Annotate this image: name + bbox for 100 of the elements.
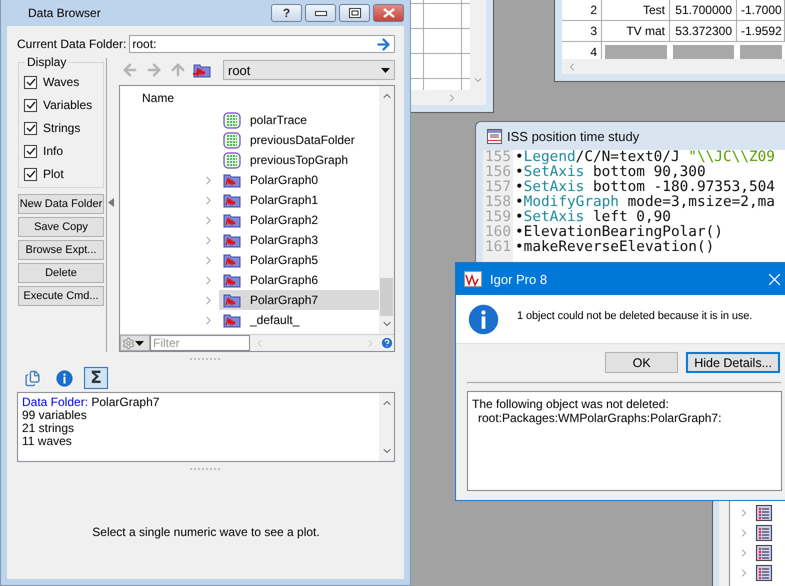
table-cell: 51.700000: [670, 0, 737, 20]
checkbox-label: Variables: [43, 98, 92, 112]
dialog-button[interactable]: OK: [605, 352, 678, 373]
code-line: •ElevationBearingPolar(): [515, 225, 724, 240]
row-number: 2: [562, 0, 602, 20]
checkbox-label: Strings: [43, 121, 80, 135]
line-number: 156: [485, 165, 511, 180]
checkbox[interactable]: [24, 98, 37, 112]
code-line: •SetAxis bottom 90,300: [515, 165, 707, 180]
checkbox[interactable]: [24, 168, 37, 180]
maximize-button[interactable]: [339, 4, 370, 22]
dialog-button[interactable]: Hide Details...: [686, 352, 780, 373]
table-cell: TV mat: [602, 21, 670, 41]
app-graph-icon: [464, 271, 482, 287]
checkbox-label: Plot: [43, 167, 64, 181]
list-item[interactable]: _default_: [219, 310, 379, 330]
code-line: •SetAxis left 0,90: [515, 210, 672, 225]
close-icon: [382, 8, 394, 18]
filter-field[interactable]: Filter: [150, 335, 250, 351]
list-document-icon: [756, 545, 772, 561]
dialog-title: Igor Pro 8: [490, 272, 548, 286]
list-item[interactable]: previousDataFolder: [219, 130, 379, 150]
group-title: Display: [25, 55, 68, 69]
table-cell: Test: [602, 0, 670, 20]
line-number: 155: [485, 150, 511, 165]
info-line: Data Folder: PolarGraph7: [22, 396, 160, 409]
blank-cell: [740, 45, 782, 59]
notepad-icon: [487, 128, 502, 144]
folder-graph-arrow-icon[interactable]: [193, 62, 211, 78]
scrollbar[interactable]: [379, 393, 394, 461]
code-line: •makeReverseElevation(): [515, 240, 714, 255]
list-item[interactable]: PolarGraph3: [219, 230, 379, 250]
folder-graph-icon: [223, 172, 241, 188]
side-button[interactable]: Delete: [18, 263, 104, 283]
checkbox-label: Waves: [43, 75, 80, 89]
maximize-icon: [348, 8, 360, 18]
list-item[interactable]: previousTopGraph: [219, 150, 379, 170]
window-title: ISS position time study: [507, 128, 640, 144]
details-path: root:Packages:WMPolarGraphs:PolarGraph7:: [477, 411, 722, 425]
code-line: •SetAxis bottom -180.97353,504: [515, 180, 776, 195]
help-button[interactable]: ?: [271, 4, 302, 22]
table-cell: 53.372300: [670, 21, 737, 41]
minimize-button[interactable]: [305, 4, 336, 22]
scroll-thumb[interactable]: [380, 278, 393, 316]
list-item[interactable]: PolarGraph2: [219, 210, 379, 230]
list-item[interactable]: PolarGraph0: [219, 170, 379, 190]
text-lines-icon: [223, 132, 241, 148]
side-button[interactable]: New Data Folder: [18, 194, 104, 214]
list-item[interactable]: PolarGraph1: [219, 190, 379, 210]
line-number: 159: [485, 210, 511, 225]
list-document-icon: [756, 505, 772, 521]
folder-graph-icon: [223, 232, 241, 248]
close-icon[interactable]: [769, 274, 780, 284]
checkbox[interactable]: [24, 76, 37, 88]
folder-dropdown[interactable]: root: [223, 60, 395, 80]
gear-dropdown[interactable]: [120, 335, 150, 351]
plot-hint: Select a single numeric wave to see a plot.: [92, 525, 320, 541]
list-document-icon: [756, 525, 772, 541]
list-document-icon: [756, 565, 772, 581]
line-number: 158: [485, 195, 511, 210]
minimize-icon: [314, 10, 326, 16]
side-button[interactable]: Browse Expt...: [18, 240, 104, 260]
code-line: •Legend/C/N=text0/J "\\JC\\Z09: [515, 150, 776, 165]
folder-graph-icon: [223, 192, 241, 208]
info-line: 99 variables: [22, 409, 88, 422]
details-text: The following object was not deleted:: [472, 397, 670, 411]
list-item[interactable]: PolarGraph5: [219, 250, 379, 270]
line-number: 161: [485, 240, 511, 255]
folder-graph-icon: [223, 252, 241, 268]
column-header[interactable]: Name: [142, 91, 174, 105]
checkbox[interactable]: [24, 144, 37, 158]
sum-tab[interactable]: Σ: [84, 367, 108, 389]
forward-arrow-icon[interactable]: [145, 61, 163, 79]
folder-path-field[interactable]: root:: [129, 35, 395, 53]
field-label: Current Data Folder:: [17, 37, 126, 51]
folder-graph-icon: [223, 272, 241, 288]
info-icon: [468, 304, 499, 334]
collapse-arrow-icon[interactable]: [108, 198, 114, 207]
line-number: 160: [485, 225, 511, 240]
text-lines-icon: [223, 112, 241, 128]
caret-icon: [135, 340, 144, 346]
checkbox-label: Info: [43, 144, 64, 158]
list-item[interactable]: PolarGraph7: [219, 290, 379, 310]
folder-graph-icon: [223, 292, 241, 308]
dialog-message: 1 object could not be deleted because it is in use.: [517, 310, 752, 322]
side-button[interactable]: Execute Cmd...: [18, 286, 104, 306]
side-button[interactable]: Save Copy: [18, 217, 104, 237]
gear-icon: [122, 336, 135, 350]
table-cell: -1.7000: [737, 0, 785, 20]
close-button[interactable]: [373, 4, 404, 22]
list-item[interactable]: PolarGraph6: [219, 270, 379, 290]
info-icon: [56, 370, 72, 386]
folder-graph-icon: [223, 212, 241, 228]
list-item[interactable]: polarTrace: [219, 110, 379, 130]
row-number: 3: [562, 21, 602, 41]
line-number: 157: [485, 180, 511, 195]
scrollbar[interactable]: [379, 86, 394, 334]
text-lines-icon: [223, 152, 241, 168]
help-icon[interactable]: [380, 336, 394, 350]
checkbox[interactable]: [24, 122, 37, 134]
